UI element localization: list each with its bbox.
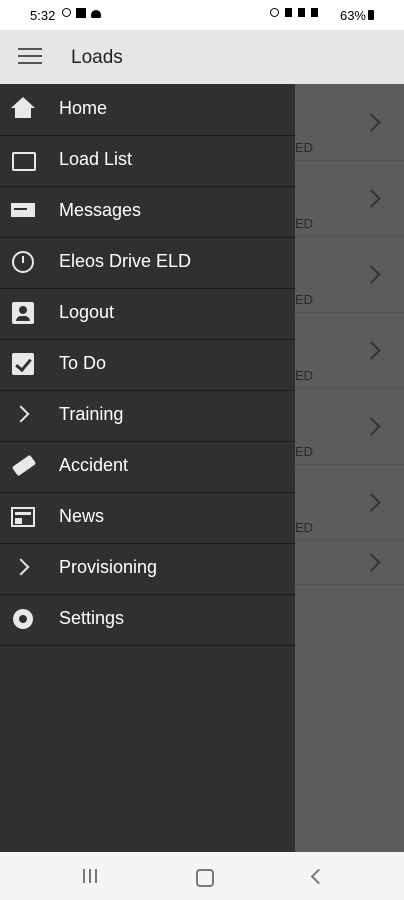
- drawer-item-label: Accident: [59, 455, 129, 475]
- drawer-item-eleos-drive-eld[interactable]: Eleos Drive ELD: [0, 237, 295, 289]
- system-navigation-bar: [0, 852, 404, 900]
- list-item[interactable]: ED: [295, 84, 404, 161]
- drawer-item-label: News: [59, 506, 105, 526]
- battery-icon: [368, 10, 374, 20]
- system-icons: [270, 8, 318, 17]
- recent-apps-icon[interactable]: [83, 869, 99, 883]
- location-icon: [285, 8, 292, 17]
- news-icon: [11, 505, 37, 529]
- drawer-item-home[interactable]: Home: [0, 84, 295, 136]
- chevron-right-icon: [11, 556, 37, 580]
- cloud-icon: [91, 10, 101, 18]
- list-item[interactable]: ED: [295, 312, 404, 389]
- home-icon: [11, 97, 37, 121]
- chevron-right-icon: [362, 341, 381, 360]
- checkbox-icon: [11, 352, 37, 376]
- drawer-item-label: Training: [59, 404, 124, 424]
- hamburger-menu-icon[interactable]: [18, 48, 42, 66]
- list-item[interactable]: ED: [295, 160, 404, 237]
- list-item[interactable]: [295, 540, 404, 585]
- drawer-item-label: Eleos Drive ELD: [59, 251, 192, 271]
- messages-icon: [11, 199, 37, 223]
- chevron-right-icon: [362, 493, 381, 512]
- at-sign-icon: [62, 8, 71, 17]
- drawer-item-to-do[interactable]: To Do: [0, 339, 295, 391]
- home-button-icon[interactable]: [196, 869, 214, 887]
- app-bar: Loads: [0, 30, 404, 84]
- chevron-right-icon: [362, 265, 381, 284]
- load-list-icon: [11, 148, 37, 172]
- eraser-icon: [11, 454, 37, 478]
- status-time: 5:32: [30, 8, 56, 23]
- drawer-item-settings[interactable]: Settings: [0, 594, 295, 646]
- navigation-drawer: Home Load List Messages Eleos Drive ELD …: [0, 84, 295, 852]
- chevron-right-icon: [11, 403, 37, 427]
- drawer-item-accident[interactable]: Accident: [0, 441, 295, 493]
- drawer-item-messages[interactable]: Messages: [0, 186, 295, 238]
- load-list-background: ED ED ED ED ED ED: [295, 84, 404, 852]
- drawer-item-label: Settings: [59, 608, 125, 628]
- gear-icon: [11, 607, 37, 631]
- list-item[interactable]: ED: [295, 464, 404, 541]
- drawer-item-label: Load List: [59, 149, 133, 169]
- chevron-right-icon: [362, 189, 381, 208]
- timer-icon: [11, 250, 37, 274]
- list-item[interactable]: ED: [295, 388, 404, 465]
- drawer-item-label: Provisioning: [59, 557, 158, 577]
- image-icon: [76, 8, 86, 18]
- alarm-icon: [270, 8, 279, 17]
- notification-icons: [62, 8, 101, 18]
- chevron-right-icon: [362, 553, 381, 572]
- status-bar: 5:32 63%: [0, 0, 404, 30]
- drawer-item-logout[interactable]: Logout: [0, 288, 295, 340]
- bluetooth-icon: [298, 8, 305, 17]
- drawer-item-load-list[interactable]: Load List: [0, 135, 295, 187]
- chevron-right-icon: [362, 417, 381, 436]
- drawer-item-provisioning[interactable]: Provisioning: [0, 543, 295, 595]
- drawer-item-label: Logout: [59, 302, 115, 322]
- drawer-item-news[interactable]: News: [0, 492, 295, 544]
- drawer-item-training[interactable]: Training: [0, 390, 295, 442]
- battery-percent: 63%: [339, 8, 366, 23]
- back-icon[interactable]: [310, 868, 327, 885]
- signal-icon: [311, 8, 318, 17]
- list-item[interactable]: ED: [295, 236, 404, 313]
- account-box-icon: [11, 301, 37, 325]
- chevron-right-icon: [362, 113, 381, 132]
- drawer-item-label: To Do: [59, 353, 107, 373]
- page-title: Loads: [71, 47, 123, 68]
- drawer-item-label: Home: [59, 98, 108, 118]
- drawer-item-label: Messages: [59, 200, 142, 220]
